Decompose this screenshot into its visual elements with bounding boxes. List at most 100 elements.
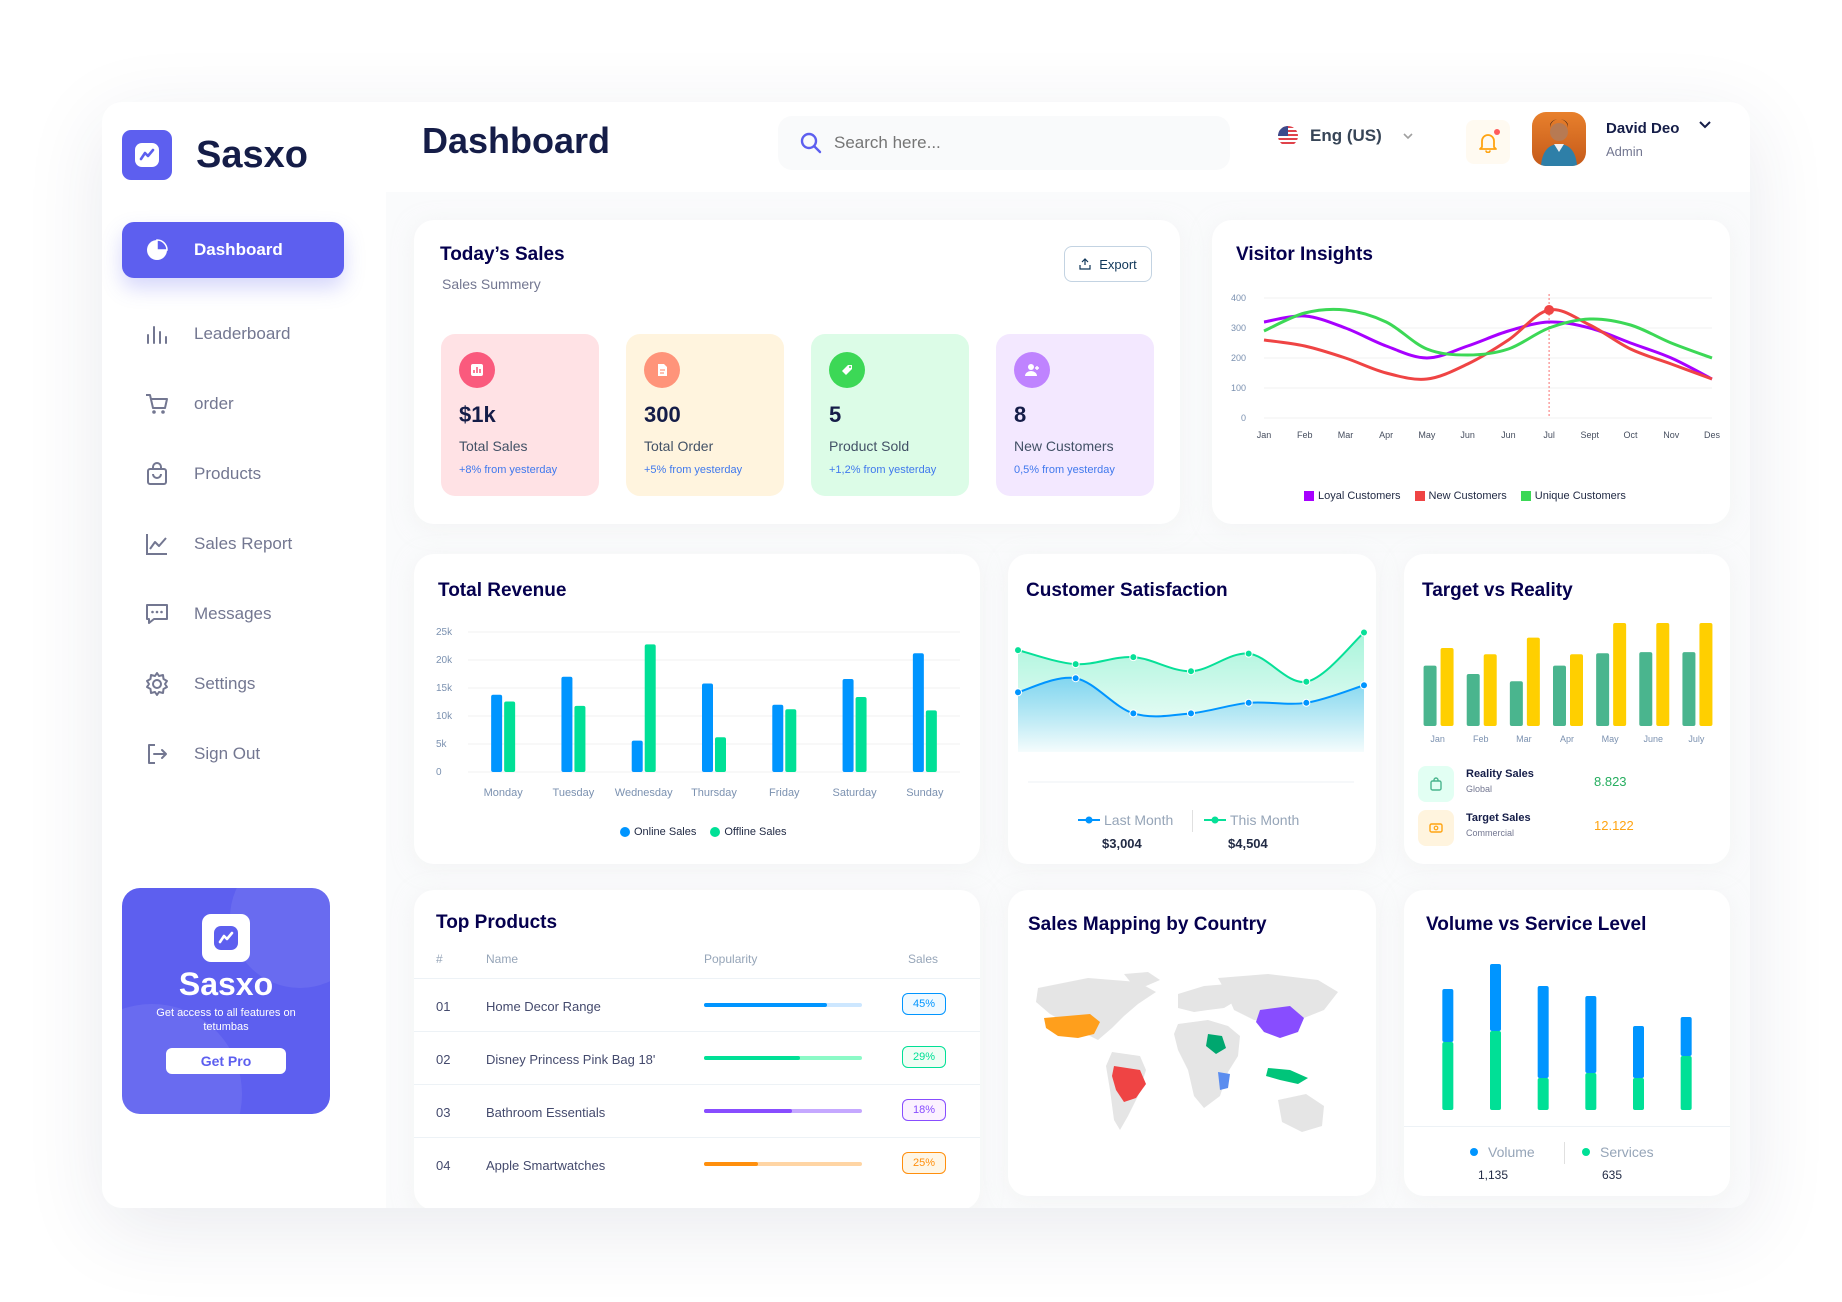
data-point — [1360, 628, 1368, 637]
bar — [644, 644, 656, 772]
tag-icon — [829, 352, 865, 388]
stat-label: Total Sales — [459, 438, 528, 454]
sidebar-item-sign-out[interactable]: Sign Out — [122, 726, 344, 782]
x-tick-label: May — [1418, 430, 1436, 440]
language-selector[interactable]: Eng (US) — [1278, 126, 1414, 146]
data-point — [1014, 646, 1022, 655]
stat-value: 8 — [1014, 402, 1027, 427]
chevron-down-icon[interactable] — [1698, 120, 1712, 130]
sign-out-icon — [148, 744, 167, 764]
row-number: 01 — [436, 999, 451, 1014]
legend-item: New Customers — [1414, 490, 1507, 502]
bar-segment — [1680, 1056, 1692, 1110]
row-number: 04 — [436, 1158, 451, 1173]
bar — [1570, 654, 1583, 726]
x-tick-label: Nov — [1663, 430, 1680, 440]
bar — [925, 710, 937, 772]
data-point — [1244, 649, 1253, 658]
y-tick-label: 400 — [1231, 293, 1246, 303]
y-tick-label: 20k — [436, 655, 453, 666]
chevron-down-icon — [1403, 133, 1413, 140]
x-tick-label: Apr — [1560, 734, 1574, 744]
series-line — [1263, 308, 1713, 381]
bar — [715, 737, 726, 772]
customer-satisfaction-card: Customer Satisfaction Last Month This Mo… — [1008, 554, 1376, 864]
sidebar-item-label: order — [194, 394, 234, 413]
search-icon — [800, 132, 822, 154]
popularity-fill — [704, 1162, 758, 1166]
africa-region — [1218, 1072, 1230, 1090]
stat-card-new-customers: 8 New Customers 0,5% from yesterday — [996, 334, 1154, 496]
popularity-fill — [704, 1056, 801, 1060]
product-name: Bathroom Essentials — [486, 1105, 606, 1120]
sidebar-item-order[interactable]: order — [122, 376, 344, 432]
search-box[interactable] — [778, 116, 1230, 170]
sidebar-item-messages[interactable]: Messages — [122, 586, 344, 642]
row-number: 02 — [436, 1052, 451, 1067]
y-tick-label: 0 — [1241, 413, 1246, 423]
sidebar-item-label: Products — [194, 464, 262, 483]
target-vs-reality-chart: Jan Feb Mar Apr May June July — [1423, 623, 1713, 744]
stat-value: $1k — [459, 402, 496, 427]
y-tick-label: 5k — [436, 739, 448, 750]
sidebar-item-label: Settings — [194, 674, 256, 693]
promo-title: Sasxo — [178, 966, 274, 1002]
sidebar-item-leaderboard[interactable]: Leaderboard — [122, 306, 344, 362]
logo[interactable]: Sasxo — [122, 130, 308, 180]
legend-item: Unique Customers — [1520, 490, 1626, 502]
bar — [631, 740, 643, 772]
get-pro-button[interactable]: Get Pro — [166, 1048, 286, 1074]
data-point — [1071, 660, 1080, 669]
shopping-bag-icon — [1418, 766, 1454, 802]
notification-button[interactable] — [1466, 120, 1510, 164]
x-tick-label: Monday — [484, 787, 524, 799]
sidebar-item-dashboard[interactable]: Dashboard — [122, 222, 344, 278]
stat-card-product-sold: 5 Product Sold +1,2% from yesterday — [811, 334, 969, 496]
ticket-icon — [1418, 810, 1454, 846]
volume-service-card: Volume vs Service Level Volume Services … — [1404, 890, 1730, 1196]
table-header: # Name Popularity Sales — [436, 952, 939, 966]
x-tick-label: Apr — [1379, 430, 1393, 440]
bar — [912, 653, 924, 772]
sidebar-item-products[interactable]: Products — [122, 446, 344, 502]
target-sales-value: 12.122 — [1594, 818, 1634, 833]
sidebar-nav: Dashboard Leaderboard order Products Sal… — [122, 222, 344, 796]
bar — [1440, 648, 1454, 726]
bar — [1656, 623, 1670, 726]
data-point — [1129, 653, 1138, 662]
legend-item: Online Sales — [620, 826, 696, 838]
todays-sales-card: Today’s Sales Sales Summery Export $1k T… — [414, 220, 1180, 524]
table-row[interactable]: 02 Disney Princess Pink Bag 18' 29% — [414, 1031, 980, 1084]
popularity-bar — [704, 1109, 862, 1113]
stat-value: 5 — [829, 402, 842, 427]
bar-segment — [1537, 986, 1549, 1078]
bar — [1613, 623, 1627, 726]
target-vs-reality-card: Target vs Reality Jan Feb Mar Apr May June Jul… — [1404, 554, 1730, 864]
table-row[interactable]: 04 Apple Smartwatches 25% — [414, 1137, 980, 1190]
bar — [1639, 652, 1653, 726]
x-tick-label: Jan — [1430, 734, 1445, 744]
data-point — [1360, 681, 1368, 690]
sidebar-item-sales-report[interactable]: Sales Report — [122, 516, 344, 572]
language-label: Eng (US) — [1310, 126, 1382, 145]
x-tick-label: Mar — [1516, 734, 1532, 744]
search-input[interactable] — [834, 133, 1194, 153]
sidebar-item-settings[interactable]: Settings — [122, 656, 344, 712]
export-button[interactable]: Export — [1064, 246, 1152, 282]
legend-item: Loyal Customers — [1304, 490, 1401, 502]
sales-badge: 18% — [902, 1099, 946, 1121]
bar — [491, 694, 503, 772]
stat-label: New Customers — [1014, 438, 1114, 454]
sidebar: Sasxo Dashboard Leaderboard order Produc… — [102, 102, 386, 1208]
data-point — [1129, 709, 1138, 718]
line-chart-icon — [146, 534, 167, 555]
app-window: Sasxo Dashboard Leaderboard order Produc… — [102, 102, 1750, 1208]
avatar[interactable] — [1532, 112, 1586, 166]
message-icon — [146, 604, 168, 624]
y-tick-label: 15k — [436, 683, 453, 694]
data-point — [1187, 667, 1195, 676]
reality-sales-value: 8.823 — [1594, 774, 1627, 789]
table-row[interactable]: 01 Home Decor Range 45% — [414, 978, 980, 1031]
data-point — [1187, 709, 1195, 718]
table-row[interactable]: 03 Bathroom Essentials 18% — [414, 1084, 980, 1137]
